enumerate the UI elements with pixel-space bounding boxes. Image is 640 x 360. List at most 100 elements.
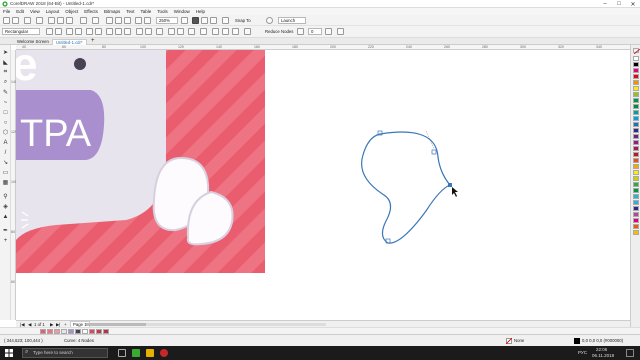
break-curve-icon[interactable] <box>75 28 82 35</box>
launch-dropdown[interactable]: Launch <box>278 17 306 24</box>
palette-swatch[interactable] <box>633 146 639 151</box>
smoothness-spinner[interactable]: 0 <box>308 28 322 35</box>
palette-swatch[interactable] <box>633 224 639 229</box>
menu-tools[interactable]: Tools <box>157 9 168 14</box>
plus-quick-customize-icon[interactable] <box>337 28 344 35</box>
select-all-nodes-icon[interactable] <box>222 28 229 35</box>
interactive-fill-icon[interactable]: ◈ <box>2 203 9 210</box>
parallel-dimension-icon[interactable]: / <box>2 149 9 156</box>
reverse-direction-icon[interactable] <box>136 28 143 35</box>
horizontal-scrollbar[interactable] <box>86 323 326 326</box>
palette-swatch[interactable] <box>633 128 639 133</box>
palette-swatch[interactable] <box>633 62 639 67</box>
palette-swatch[interactable] <box>633 152 639 157</box>
menu-layout[interactable]: Layout <box>46 9 60 14</box>
placed-artwork[interactable]: TPA e <box>16 50 265 273</box>
outline-pen-icon[interactable]: ✒ <box>2 227 9 234</box>
fill-status[interactable]: None <box>514 338 524 343</box>
palette-swatch[interactable] <box>633 122 639 127</box>
artistic-media-icon[interactable]: ~ <box>2 99 9 106</box>
palette-swatch[interactable] <box>633 116 639 121</box>
menu-file[interactable]: File <box>3 9 10 14</box>
menu-view[interactable]: View <box>30 9 40 14</box>
palette-swatch[interactable] <box>633 80 639 85</box>
export-icon[interactable] <box>124 17 131 24</box>
minimize-button[interactable]: – <box>598 0 612 8</box>
paste-icon[interactable] <box>66 17 73 24</box>
palette-swatch[interactable] <box>633 212 639 217</box>
curve-node[interactable] <box>431 149 437 155</box>
extend-curve-icon[interactable] <box>145 28 152 35</box>
palette-swatch[interactable] <box>633 86 639 91</box>
close-curve-icon[interactable] <box>325 28 332 35</box>
palette-swatch[interactable] <box>633 92 639 97</box>
selection-mode-combo[interactable]: Rectangular <box>2 28 40 35</box>
palette-swatch[interactable] <box>633 164 639 169</box>
full-screen-icon[interactable] <box>181 17 188 24</box>
zoom-level-combo[interactable]: 250% <box>156 17 178 24</box>
drawing-canvas[interactable]: TPA e <box>16 50 630 320</box>
palette-swatch[interactable] <box>633 134 639 139</box>
node-position-icon[interactable] <box>232 28 239 35</box>
reflect-nodes-icon[interactable] <box>200 28 207 35</box>
browser-icon[interactable] <box>160 349 168 357</box>
selected-curve[interactable] <box>346 125 466 255</box>
color-eyedropper-icon[interactable]: ⚲ <box>2 193 9 200</box>
menu-table[interactable]: Table <box>140 9 151 14</box>
menu-edit[interactable]: Edit <box>16 9 24 14</box>
palette-swatch[interactable] <box>633 206 639 211</box>
maximize-button[interactable]: □ <box>612 0 626 8</box>
menu-bitmaps[interactable]: Bitmaps <box>104 9 120 14</box>
palette-swatch[interactable] <box>633 188 639 193</box>
palette-swatch[interactable] <box>633 56 639 61</box>
zoom-tool-icon[interactable]: ⌕ <box>2 79 9 86</box>
palette-swatch[interactable] <box>633 158 639 163</box>
to-curve-icon[interactable] <box>95 28 102 35</box>
extract-subpath-icon[interactable] <box>156 28 163 35</box>
windows-start-icon[interactable] <box>5 349 13 357</box>
app-launcher-icon[interactable] <box>144 17 151 24</box>
symmetrical-node-icon[interactable] <box>124 28 131 35</box>
show-guidelines-icon[interactable] <box>210 17 217 24</box>
redo-icon[interactable] <box>92 17 99 24</box>
close-button[interactable]: ✕ <box>626 0 640 8</box>
outline-status[interactable]: 0,0 0,0 0,0 (#000000) <box>582 338 623 343</box>
rotate-nodes-icon[interactable] <box>177 28 184 35</box>
show-rulers-icon[interactable] <box>192 17 199 24</box>
fill-none-icon[interactable] <box>506 338 512 344</box>
search-content-icon[interactable] <box>106 17 113 24</box>
snap-magnet-icon[interactable] <box>222 17 229 24</box>
palette-swatch[interactable] <box>633 170 639 175</box>
publish-pdf-icon[interactable] <box>135 17 142 24</box>
ellipse-tool-icon[interactable]: ○ <box>2 119 9 126</box>
smooth-node-icon[interactable] <box>115 28 122 35</box>
menu-help[interactable]: Help <box>196 9 205 14</box>
palette-swatch[interactable] <box>633 230 639 235</box>
snap-to-dropdown[interactable]: Snap To <box>232 17 258 24</box>
options-gear-icon[interactable] <box>266 17 273 24</box>
undo-icon[interactable] <box>80 17 87 24</box>
palette-swatch[interactable] <box>633 98 639 103</box>
node-size-icon[interactable] <box>244 28 251 35</box>
file-explorer-icon[interactable] <box>146 349 154 357</box>
print-icon[interactable] <box>36 17 43 24</box>
crop-tool-icon[interactable]: ⌗ <box>2 69 9 76</box>
new-document-icon[interactable] <box>3 17 10 24</box>
drop-shadow-icon[interactable]: ▭ <box>2 169 9 176</box>
join-nodes-icon[interactable] <box>66 28 73 35</box>
no-color-swatch[interactable] <box>633 48 640 55</box>
palette-swatch[interactable] <box>633 218 639 223</box>
palette-swatch[interactable] <box>633 140 639 145</box>
text-tool-icon[interactable]: A <box>2 139 9 146</box>
to-line-icon[interactable] <box>86 28 93 35</box>
open-icon[interactable] <box>12 17 19 24</box>
transparency-tool-icon[interactable]: ▦ <box>2 179 9 186</box>
shape-tool-icon[interactable]: ◣ <box>2 59 9 66</box>
palette-swatch[interactable] <box>633 110 639 115</box>
cut-icon[interactable] <box>48 17 55 24</box>
menu-effects[interactable]: Effects <box>84 9 98 14</box>
palette-swatch[interactable] <box>633 176 639 181</box>
add-node-icon[interactable] <box>46 28 53 35</box>
add-tool-icon[interactable]: + <box>2 237 9 244</box>
clock-date[interactable]: 06.11.2018 <box>592 353 614 358</box>
